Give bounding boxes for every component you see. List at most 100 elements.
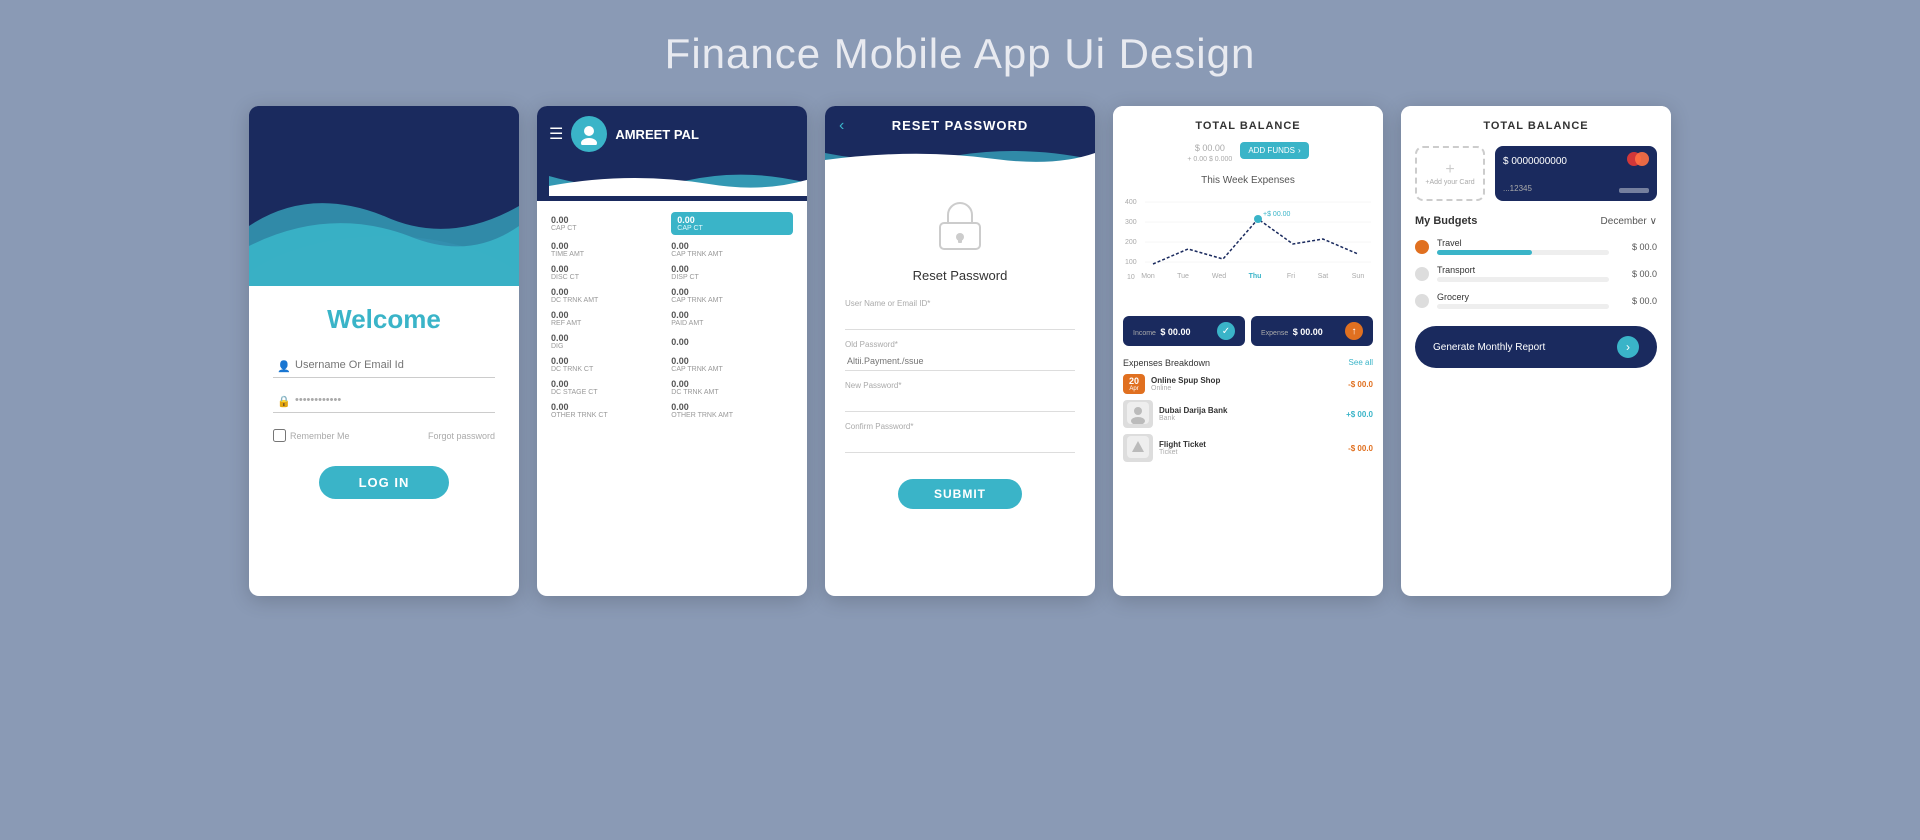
dash-wave [549, 166, 807, 196]
back-arrow-icon[interactable]: ‹ [839, 117, 844, 135]
old-password-input[interactable] [845, 352, 1075, 371]
dash-header: ☰ AMREET PAL [537, 106, 807, 201]
cell-c2: 0.00 CAP TRNK AMT [667, 284, 797, 307]
forgot-password-link[interactable]: Forgot password [428, 431, 495, 441]
breakdown-amount-3: -$ 00.0 [1348, 444, 1373, 453]
see-all-link[interactable]: See all [1349, 358, 1373, 368]
grocery-name-bar: Grocery [1437, 292, 1609, 309]
date-badge-1: 20 Apr [1123, 374, 1145, 394]
grocery-amount: $ 00.0 [1617, 296, 1657, 306]
confirm-password-group: Confirm Password* [845, 422, 1075, 453]
balance-amount: $ 00.00 [1195, 143, 1225, 153]
lock-illustration [930, 195, 990, 255]
cell-c2: 0.00 [667, 330, 797, 353]
remember-me-label[interactable]: Remember Me [273, 429, 350, 442]
chart-area: 400 300 200 100 10 +$ 00.00 Mon Tue Wed [1113, 190, 1383, 310]
login-body: Welcome 👤 🔒 Remember Me Forgot password … [249, 286, 519, 519]
remember-me-checkbox[interactable] [273, 429, 286, 442]
grocery-name: Grocery [1437, 292, 1609, 302]
balance-amount-row: $ 00.00 + 0.00 $ 0.000 ADD FUNDS › [1127, 138, 1369, 163]
old-password-label: Old Password* [845, 340, 1075, 349]
submit-button[interactable]: SUBMIT [898, 479, 1022, 509]
svg-text:+$ 00.00: +$ 00.00 [1263, 211, 1291, 218]
reset-username-input[interactable] [845, 311, 1075, 330]
income-expense-row: Income $ 00.00 ✓ Expense $ 00.00 ↑ [1113, 310, 1383, 352]
svg-text:Tue: Tue [1177, 273, 1189, 280]
hamburger-icon[interactable]: ☰ [549, 124, 563, 144]
transport-bar-bg [1437, 277, 1609, 282]
login-button[interactable]: LOG IN [319, 466, 450, 499]
my-budgets-label: My Budgets [1415, 215, 1477, 227]
cell-c1: 0.00 DC TRNK CT [547, 353, 667, 376]
sub-balance: + 0.00 $ 0.000 [1187, 156, 1232, 163]
table-row: 0.00 DC STAGE CT 0.00 DC TRNK AMT [547, 376, 797, 399]
add-funds-button[interactable]: ADD FUNDS › [1240, 142, 1308, 159]
income-box: Income $ 00.00 ✓ [1123, 316, 1245, 346]
cell-c1: 0.00 OTHER TRNK CT [547, 399, 667, 422]
expense-box: Expense $ 00.00 ↑ [1251, 316, 1373, 346]
lock-icon-wrap [930, 195, 990, 260]
transport-amount: $ 00.0 [1617, 269, 1657, 279]
table-row: 0.00 TIME AMT 0.00 CAP TRNK AMT [547, 238, 797, 261]
breakdown-item-2: Dubai Darija Bank Bank +$ 00.0 [1123, 400, 1373, 428]
budgets-header: TOTAL BALANCE [1401, 106, 1671, 138]
transport-name: Transport [1437, 265, 1609, 275]
generate-monthly-report-button[interactable]: Generate Monthly Report › [1415, 326, 1657, 368]
user-icon: 👤 [277, 360, 291, 373]
add-card-box[interactable]: + +Add your Card [1415, 146, 1485, 201]
cell-c2: 0.00 OTHER TRNK AMT [667, 399, 797, 422]
reset-subtitle: Reset Password [913, 268, 1008, 283]
reset-header: ‹ RESET PASSWORD [825, 106, 1095, 145]
username-label: User Name or Email ID* [845, 299, 1075, 308]
card-white-bar [1619, 188, 1649, 193]
my-budgets-row: My Budgets December ∨ [1401, 209, 1671, 233]
breakdown-item-1: 20 Apr Online Spup Shop Online -$ 00.0 [1123, 374, 1373, 394]
december-label[interactable]: December ∨ [1601, 216, 1657, 227]
breakdown-sub-2: Bank [1159, 415, 1340, 422]
cell-c1: 0.00 DISC CT [547, 261, 667, 284]
breakdown-sub-1: Online [1151, 385, 1342, 392]
login-options: Remember Me Forgot password [273, 429, 495, 442]
username-input[interactable] [273, 353, 495, 378]
breakdown-name-1: Online Spup Shop [1151, 376, 1342, 385]
breakdown-name-2: Dubai Darija Bank [1159, 406, 1340, 415]
username-field-group: User Name or Email ID* [845, 299, 1075, 330]
cell-c2: 0.00 DC TRNK AMT [667, 376, 797, 399]
old-password-group: Old Password* [845, 340, 1075, 371]
svg-text:300: 300 [1125, 219, 1137, 226]
new-password-input[interactable] [845, 393, 1075, 412]
screen-budgets: TOTAL BALANCE + +Add your Card $ 0000000… [1401, 106, 1671, 596]
travel-bar-bg [1437, 250, 1609, 255]
dash-header-top: ☰ AMREET PAL [549, 116, 795, 166]
svg-text:Sat: Sat [1318, 273, 1329, 280]
expense-label: Expense [1261, 330, 1288, 337]
budget-item-grocery: Grocery $ 00.0 [1401, 287, 1671, 314]
travel-dot [1415, 240, 1429, 254]
reset-wave [825, 145, 1095, 170]
travel-bar-fill [1437, 250, 1532, 255]
col2-header-active: 0.00 CAP CT [667, 209, 797, 238]
table-row: 0.00 DISC CT 0.00 DISP CT [547, 261, 797, 284]
screen-reset: ‹ RESET PASSWORD Reset Password User Nam… [825, 106, 1095, 596]
breakdown-name-3: Flight Ticket [1159, 440, 1342, 449]
cell-c1: 0.00 DIG [547, 330, 667, 353]
cell-c2: 0.00 CAP TRNK AMT [667, 238, 797, 261]
breakdown-title: Expenses Breakdown [1123, 358, 1210, 368]
cell-c1: 0.00 REF AMT [547, 307, 667, 330]
travel-name: Travel [1437, 238, 1609, 248]
breakdown-amount-1: -$ 00.0 [1348, 380, 1373, 389]
lock-icon: 🔒 [277, 395, 291, 408]
table-row: 0.00 DC TRNK AMT 0.00 CAP TRNK AMT [547, 284, 797, 307]
breakdown-item-3: Flight Ticket Ticket -$ 00.0 [1123, 434, 1373, 462]
credit-card: $ 0000000000 ...12345 [1495, 146, 1657, 201]
confirm-password-input[interactable] [845, 434, 1075, 453]
expense-up-icon: ↑ [1345, 322, 1363, 340]
new-password-label: New Password* [845, 381, 1075, 390]
confirm-password-label: Confirm Password* [845, 422, 1075, 431]
password-input[interactable] [273, 388, 495, 413]
mastercard-icon [1627, 152, 1649, 166]
travel-name-bar: Travel [1437, 238, 1609, 255]
breakdown-info-2: Dubai Darija Bank Bank [1159, 406, 1340, 422]
svg-text:400: 400 [1125, 199, 1137, 206]
cell-c2: 0.00 DISP CT [667, 261, 797, 284]
